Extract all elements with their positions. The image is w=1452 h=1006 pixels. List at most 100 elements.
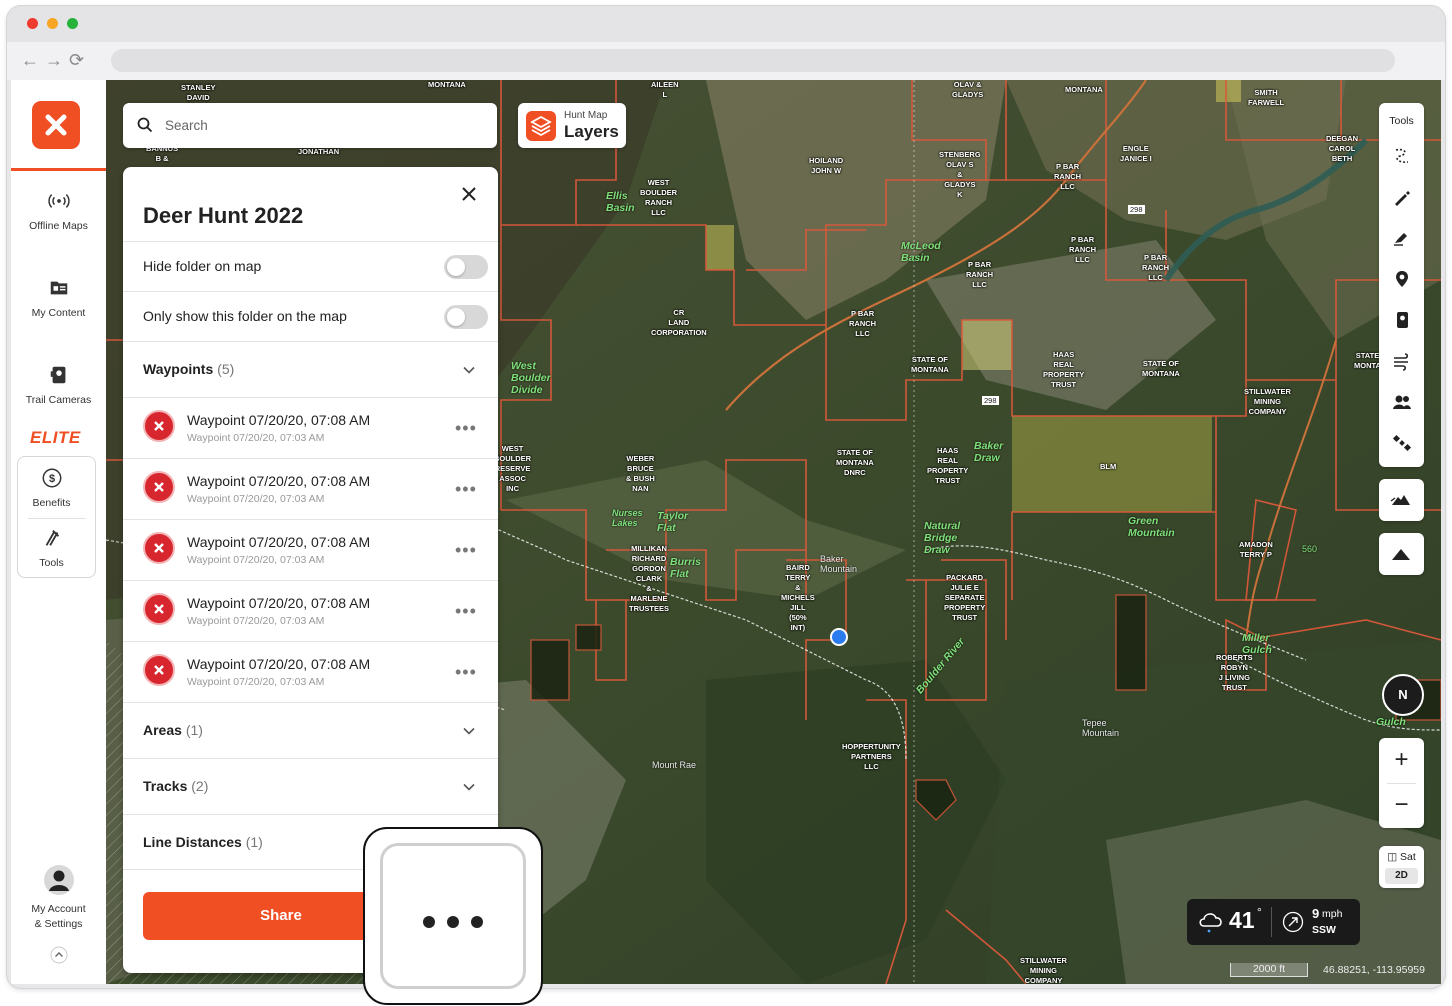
- tracks-section-header[interactable]: Tracks (2): [123, 758, 498, 814]
- waypoint-item[interactable]: Waypoint 07/20/20, 07:08 AM Waypoint 07/…: [123, 641, 498, 702]
- scale-bar: 2000 ft 46.88251, -113.95959: [1230, 963, 1435, 978]
- map-label: WEST BOULDER RANCH LLC: [640, 178, 678, 217]
- back-icon[interactable]: ←: [21, 50, 39, 70]
- map-label: HAAS REAL PROPERTY TRUST: [927, 446, 969, 485]
- map-label: STILLWATER MINING COMPANY: [1020, 956, 1067, 984]
- more-options-icon[interactable]: •••: [455, 540, 477, 561]
- tools-icon: [45, 530, 59, 546]
- search-input[interactable]: Search: [165, 118, 208, 133]
- close-icon[interactable]: [460, 185, 478, 203]
- tools-toolbar: Tools: [1379, 103, 1424, 467]
- wind-direction-icon: [1282, 911, 1304, 933]
- app-logo[interactable]: [32, 101, 80, 149]
- map-label: MONTANA: [428, 80, 466, 89]
- zoom-control: + −: [1379, 738, 1424, 828]
- map-place-label: Miller Gulch: [1242, 632, 1272, 656]
- minimize-window-dot[interactable]: [47, 18, 58, 29]
- map-label: P BAR RANCH LLC: [1142, 253, 1170, 282]
- satellite-icon[interactable]: [1392, 433, 1412, 453]
- more-options-icon[interactable]: •••: [455, 479, 477, 500]
- wind-speed-value: 9: [1312, 906, 1320, 921]
- trail-camera-tool-icon[interactable]: [1392, 310, 1412, 330]
- waypoint-item[interactable]: Waypoint 07/20/20, 07:08 AM Waypoint 07/…: [123, 580, 498, 641]
- draw-area-icon[interactable]: [1392, 228, 1412, 248]
- 3d-terrain-button[interactable]: [1379, 479, 1424, 521]
- more-options-icon[interactable]: •••: [455, 662, 477, 683]
- wind-direction-value: SSW: [1312, 924, 1336, 936]
- more-options-callout: [363, 827, 543, 1005]
- waypoint-title: Waypoint 07/20/20, 07:08 AM: [187, 412, 371, 428]
- divider: [1271, 907, 1272, 937]
- hide-folder-label: Hide folder on map: [143, 258, 262, 274]
- map-peak-label: Baker Mountain: [820, 554, 858, 574]
- only-show-toggle[interactable]: [444, 305, 488, 329]
- hide-folder-toggle[interactable]: [444, 255, 488, 279]
- waypoint-pin-icon[interactable]: [1392, 269, 1412, 289]
- tools-label: Tools: [1389, 115, 1414, 127]
- map-place-label: Baker Draw: [974, 440, 1004, 464]
- dollar-icon: $: [42, 468, 61, 488]
- chevron-down-icon: [463, 783, 475, 791]
- sidebar-item-trail-cameras[interactable]: Trail Cameras: [11, 364, 106, 406]
- more-options-button[interactable]: [380, 843, 526, 989]
- map-type-button[interactable]: ◫ Sat 2D: [1379, 846, 1424, 888]
- more-options-icon[interactable]: •••: [455, 418, 477, 439]
- waypoint-x-icon: [143, 532, 175, 564]
- map-label: STATE OF MONTANA: [1142, 359, 1180, 378]
- hunters-icon[interactable]: [1392, 392, 1412, 412]
- sidebar-item-offline-maps[interactable]: Offline Maps: [11, 190, 106, 232]
- search-box[interactable]: Search: [123, 103, 497, 148]
- waypoint-item[interactable]: Waypoint 07/20/20, 07:08 AM Waypoint 07/…: [123, 458, 498, 519]
- road-shield: 298: [1128, 205, 1145, 214]
- search-icon: [137, 117, 153, 133]
- 3d-map-icon: [1390, 495, 1410, 505]
- waypoint-item[interactable]: Waypoint 07/20/20, 07:08 AM Waypoint 07/…: [123, 519, 498, 580]
- waypoint-subtitle: Waypoint 07/20/20, 07:03 AM: [187, 554, 325, 566]
- sidebar-item-label: Trail Cameras: [25, 394, 92, 406]
- waypoint-item[interactable]: Waypoint 07/20/20, 07:08 AM Waypoint 07/…: [123, 397, 498, 458]
- waypoints-section-header[interactable]: Waypoints (5): [123, 341, 498, 397]
- section-title: Tracks (2): [143, 778, 209, 794]
- terrain-button[interactable]: [1379, 533, 1424, 575]
- wind-icon[interactable]: [1392, 351, 1412, 371]
- map-elevation-label: 560: [1302, 544, 1318, 554]
- chevron-up-icon[interactable]: [50, 946, 68, 964]
- section-title: Areas (1): [143, 722, 203, 738]
- reload-icon[interactable]: ⟳: [69, 50, 84, 70]
- divider: [28, 518, 86, 519]
- map-label: HOILAND JOHN W: [809, 156, 844, 175]
- hide-folder-row: Hide folder on map: [123, 241, 498, 291]
- map-place-label: Ellis Basin: [606, 190, 635, 214]
- compass-button[interactable]: N: [1382, 674, 1424, 716]
- section-title: Line Distances (1): [143, 834, 263, 850]
- address-bar[interactable]: [111, 49, 1395, 72]
- maximize-window-dot[interactable]: [67, 18, 78, 29]
- avatar-icon: [43, 865, 74, 895]
- sidebar-item-my-content[interactable]: My Content: [11, 277, 106, 319]
- sidebar-item-account[interactable]: My Account & Settings: [11, 865, 106, 930]
- road-shield: 298: [982, 396, 999, 405]
- sidebar-item-benefits[interactable]: $ Benefits: [12, 467, 91, 509]
- app-viewport: STANLEY DAVID MONTANA AILEEN L OLAV & GLADY…: [11, 80, 1441, 984]
- view-mode-badge[interactable]: 2D: [1385, 868, 1418, 884]
- layers-button[interactable]: Hunt Map Layers: [518, 103, 626, 148]
- more-options-icon[interactable]: •••: [455, 601, 477, 622]
- sidebar-item-label: My Content: [31, 307, 86, 319]
- areas-section-header[interactable]: Areas (1): [123, 702, 498, 758]
- section-title: Waypoints (5): [143, 361, 235, 377]
- map-label: P BAR RANCH LLC: [849, 309, 877, 338]
- forward-icon[interactable]: →: [45, 50, 63, 70]
- sidebar-item-label: Benefits: [32, 497, 71, 509]
- map-place-label: McLeod Basin: [901, 240, 941, 264]
- sidebar-item-tools[interactable]: Tools: [12, 527, 91, 569]
- close-window-dot[interactable]: [27, 18, 38, 29]
- draw-line-icon[interactable]: [1392, 187, 1412, 207]
- sidebar-item-label: Tools: [39, 557, 64, 569]
- map-label: PACKARD JULIE E SEPARATE PROPERTY TRUST: [944, 573, 986, 622]
- track-icon[interactable]: [1392, 146, 1412, 166]
- zoom-out-button[interactable]: −: [1379, 783, 1424, 828]
- map-label: STANLEY DAVID: [181, 83, 216, 102]
- map-label: WEBER BRUCE & BUSH NAN: [626, 454, 655, 493]
- zoom-in-button[interactable]: +: [1379, 738, 1424, 783]
- weather-widget[interactable]: 41 ° 9 mph SSW: [1187, 899, 1360, 945]
